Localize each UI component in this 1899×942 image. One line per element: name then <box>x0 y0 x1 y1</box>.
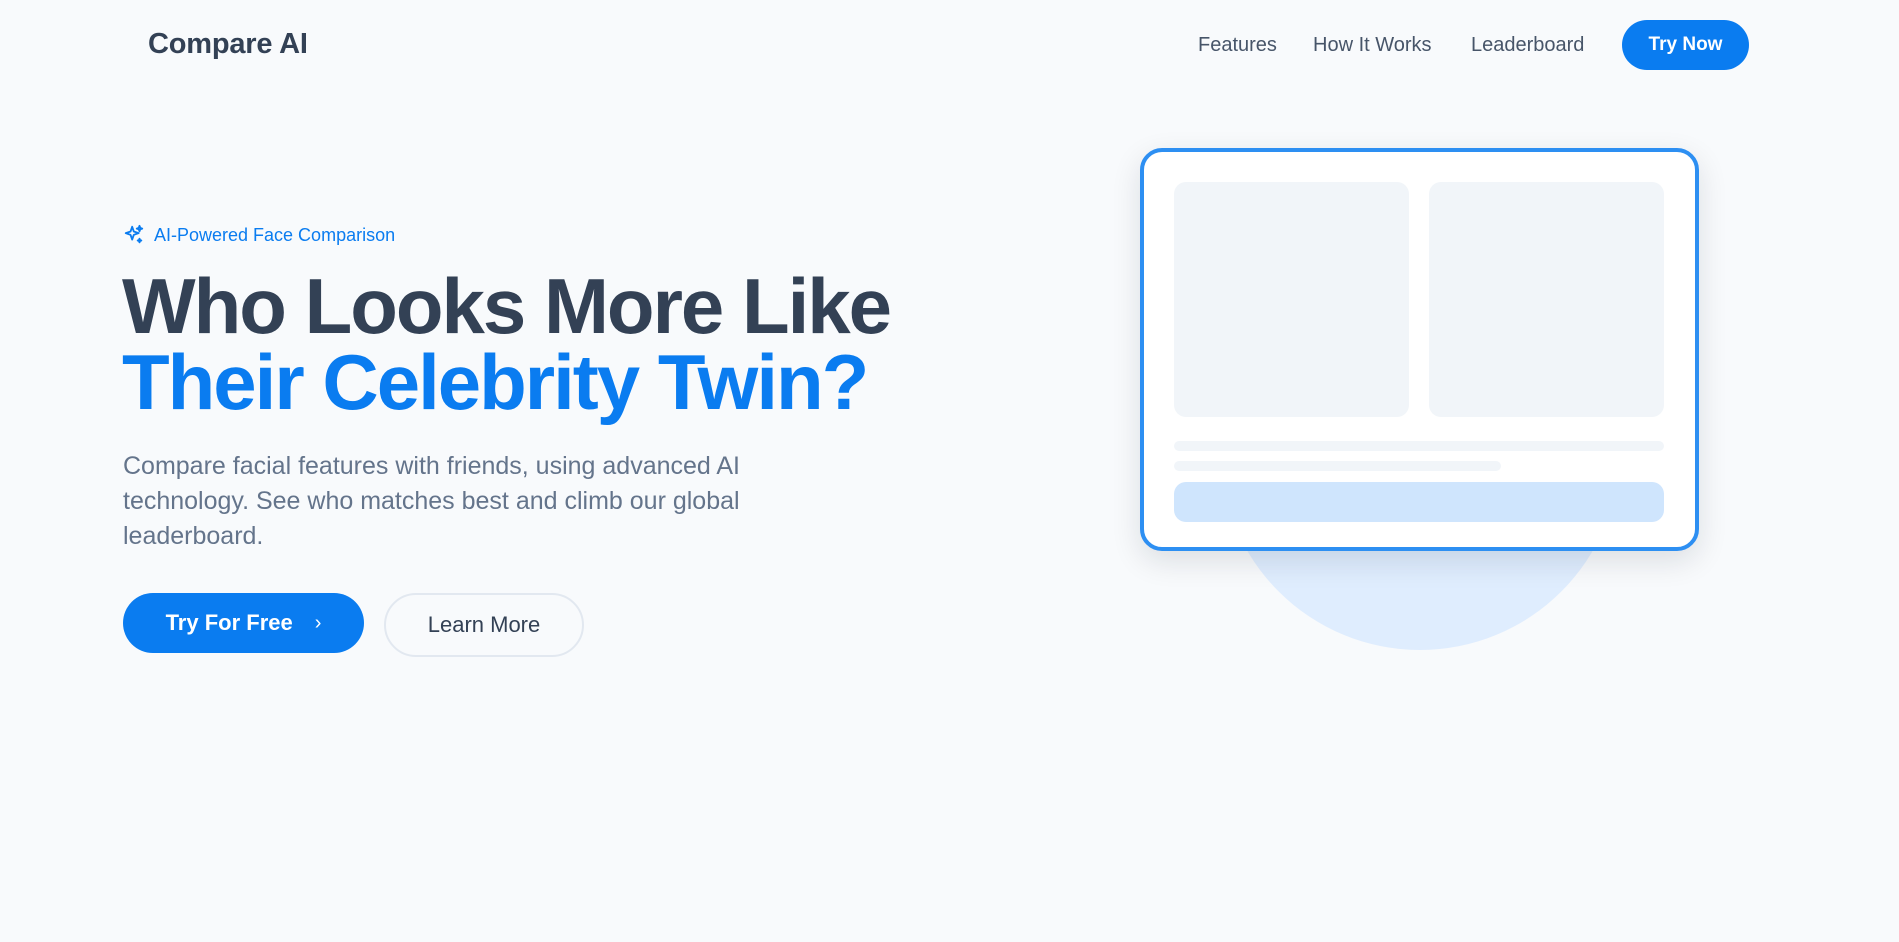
try-for-free-label: Try For Free <box>165 610 293 635</box>
brand-logo[interactable]: Compare AI <box>148 28 308 61</box>
comparison-card-mockup <box>1140 148 1699 551</box>
button-placeholder <box>1174 482 1664 522</box>
sparkles-icon <box>124 224 144 244</box>
landing-page: Compare AI Features How It Works Leaderb… <box>0 0 1899 942</box>
photo-placeholder-right <box>1429 182 1664 417</box>
text-placeholder-line <box>1174 461 1501 471</box>
hero-badge-label: AI-Powered Face Comparison <box>154 224 396 245</box>
hero-title: Who Looks More Like Their Celebrity Twin… <box>122 262 892 426</box>
chevron-right-icon: › <box>314 611 322 634</box>
nav-link-features[interactable]: Features <box>1198 34 1277 57</box>
try-now-button[interactable]: Try Now <box>1622 20 1749 70</box>
nav-link-leaderboard[interactable]: Leaderboard <box>1471 34 1584 57</box>
learn-more-button[interactable]: Learn More <box>384 593 584 657</box>
top-navigation: Compare AI Features How It Works Leaderb… <box>0 0 1899 92</box>
try-for-free-button[interactable]: Try For Free › <box>123 593 364 653</box>
nav-link-how-it-works[interactable]: How It Works <box>1313 34 1432 57</box>
hero-title-line-1: Who Looks More Like <box>122 262 892 350</box>
hero-description: Compare facial features with friends, us… <box>123 452 741 550</box>
hero-badge: AI-Powered Face Comparison <box>123 224 395 246</box>
hero-title-line-2: Their Celebrity Twin? <box>122 338 869 426</box>
text-placeholder-line <box>1174 441 1664 451</box>
photo-placeholder-left <box>1174 182 1409 417</box>
